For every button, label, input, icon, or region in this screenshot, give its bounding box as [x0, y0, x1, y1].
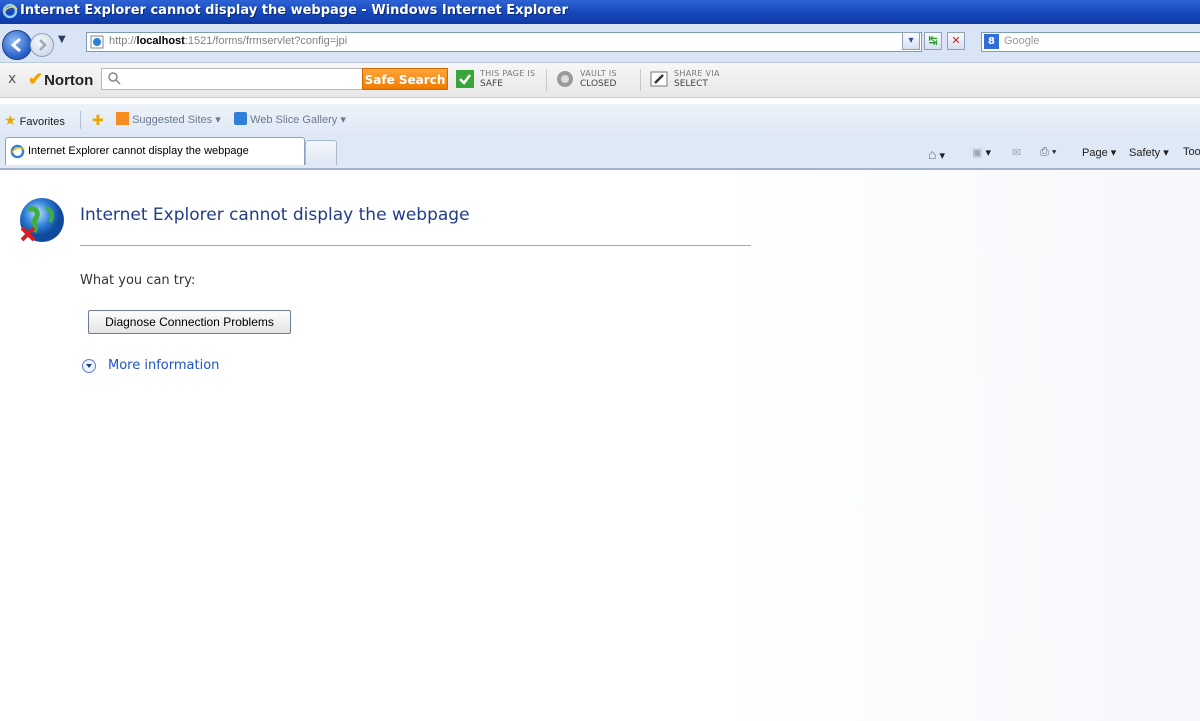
address-input[interactable]: http://localhost:1521/forms/frmservlet?c… — [86, 32, 922, 52]
stop-button[interactable]: ✕ — [947, 32, 965, 50]
share-icon — [650, 70, 668, 88]
window-title: Internet Explorer cannot display the web… — [20, 3, 568, 18]
safety-menu[interactable]: Safety ▾ — [1129, 146, 1169, 159]
search-icon — [107, 71, 121, 88]
suggested-sites-icon — [116, 112, 129, 125]
search-placeholder: Google — [1004, 35, 1040, 47]
google-icon: 8 — [984, 34, 999, 49]
norton-search-input[interactable] — [101, 68, 363, 90]
divider — [80, 245, 751, 246]
diagnose-connection-button[interactable]: Diagnose Connection Problems — [88, 310, 291, 334]
home-button[interactable]: ⌂ ▾ — [928, 146, 945, 162]
page-menu[interactable]: Page ▾ — [1082, 146, 1116, 159]
ie-logo-icon — [2, 3, 18, 22]
norton-logo: ✔Norton — [28, 69, 94, 89]
safe-search-button[interactable]: Safe Search — [362, 68, 448, 90]
printer-icon: ⎙ — [1040, 146, 1049, 158]
tab-label: Internet Explorer cannot display the web… — [28, 145, 249, 157]
close-icon: ✕ — [951, 34, 961, 47]
divider — [640, 69, 641, 91]
arrow-left-icon — [10, 37, 21, 53]
checkmark-icon: ✔ — [28, 69, 44, 89]
recent-pages-dropdown-icon[interactable]: ▼ — [58, 34, 66, 45]
globe-error-icon — [16, 196, 68, 251]
back-button[interactable] — [2, 30, 32, 60]
ie-logo-icon — [10, 144, 25, 162]
norton-toolbar: x ✔Norton Safe Search THIS PAGE IS SAFE … — [0, 63, 1200, 98]
web-slice-gallery-link[interactable]: Web Slice Gallery ▾ — [234, 112, 346, 126]
refresh-icon: ↹ — [928, 34, 938, 47]
tab-bar: Internet Explorer cannot display the web… — [0, 134, 1200, 170]
address-toolbar: ▼ http://localhost:1521/forms/frmservlet… — [0, 24, 1200, 63]
more-information-link[interactable]: More information — [108, 358, 219, 373]
feeds-button[interactable]: ▣ ▾ — [972, 146, 991, 159]
favorites-bar: ★ Favorites ✚ Suggested Sites ▾ Web Slic… — [0, 104, 1200, 134]
ie-page-icon — [234, 112, 247, 125]
print-button[interactable]: ⎙ ▾ — [1040, 146, 1057, 159]
search-input[interactable]: 8 Google — [981, 32, 1200, 52]
forward-button[interactable] — [30, 33, 54, 57]
new-tab-button[interactable] — [305, 140, 337, 165]
add-favorite-button[interactable]: ✚ — [92, 112, 104, 129]
page-title: Internet Explorer cannot display the web… — [80, 205, 470, 225]
title-bar: Internet Explorer cannot display the web… — [0, 0, 1200, 24]
suggestion-label: What you can try: — [80, 273, 196, 288]
tools-menu[interactable]: Too — [1183, 146, 1200, 158]
vault-icon — [556, 70, 574, 88]
refresh-button[interactable]: ↹ — [924, 32, 942, 50]
home-icon: ⌂ — [928, 146, 937, 162]
page-icon — [90, 35, 104, 52]
url-text: http://localhost:1521/forms/frmservlet?c… — [109, 35, 348, 47]
divider — [546, 69, 547, 91]
suggested-sites-link[interactable]: Suggested Sites ▾ — [116, 112, 221, 126]
mail-button[interactable]: ✉ — [1012, 146, 1021, 159]
star-icon: ★ — [4, 112, 17, 128]
favorites-button[interactable]: ★ Favorites — [4, 112, 65, 129]
tab-current[interactable]: Internet Explorer cannot display the web… — [5, 137, 305, 165]
close-toolbar-button[interactable]: x — [8, 71, 16, 87]
address-dropdown-button[interactable]: ▾ — [902, 32, 920, 50]
add-favorite-icon: ✚ — [92, 112, 104, 128]
mail-icon: ✉ — [1012, 147, 1022, 159]
rss-icon: ▣ — [972, 147, 983, 159]
error-page: Internet Explorer cannot display the web… — [0, 172, 1200, 721]
arrow-right-icon — [39, 39, 47, 51]
chevron-down-icon — [82, 359, 96, 373]
check-icon — [456, 70, 474, 88]
divider — [80, 111, 81, 129]
